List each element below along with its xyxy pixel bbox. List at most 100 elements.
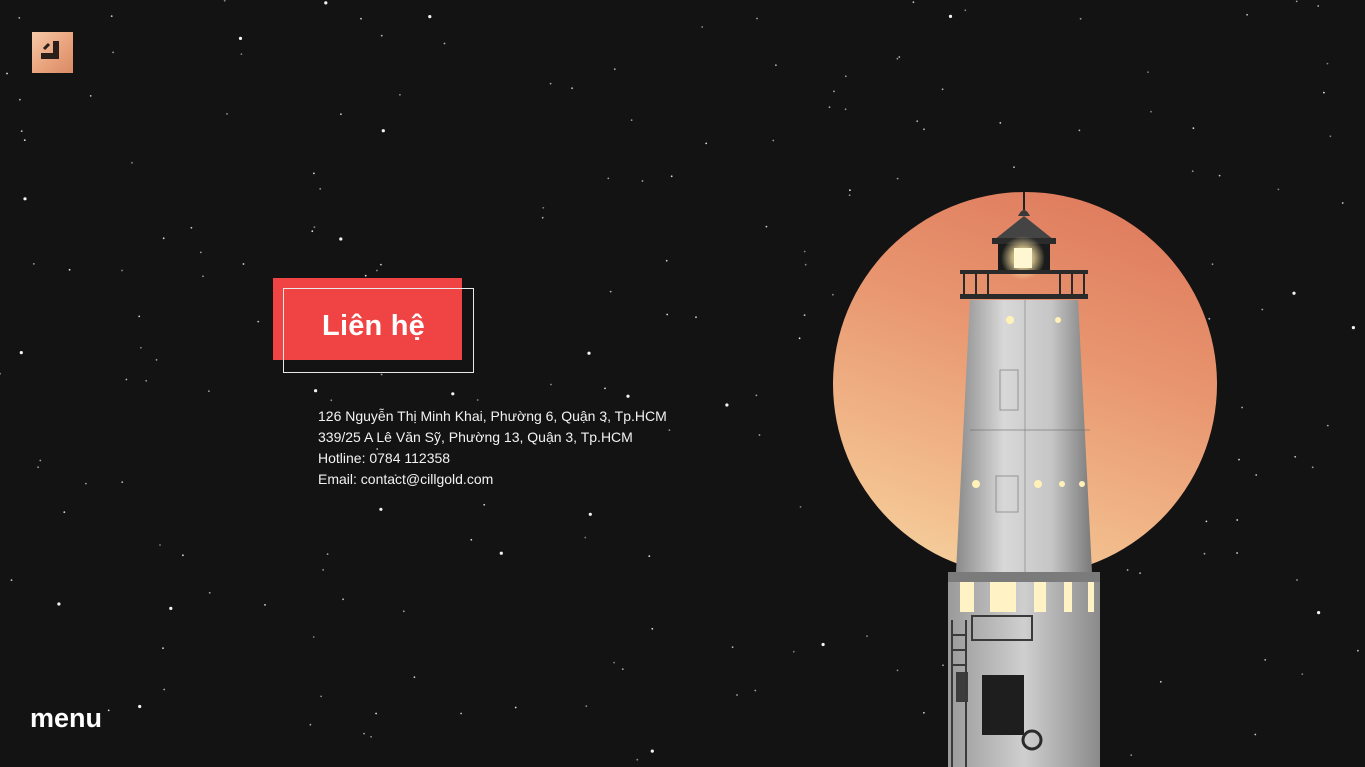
star: [380, 263, 382, 266]
star: [360, 17, 362, 20]
star: [138, 704, 142, 709]
star: [10, 579, 13, 581]
star: [264, 604, 266, 606]
star: [324, 1, 328, 5]
star: [916, 120, 919, 123]
star: [844, 108, 847, 111]
star: [725, 403, 729, 407]
star: [754, 689, 757, 692]
star: [1277, 188, 1280, 191]
star: [1218, 174, 1221, 177]
star: [202, 275, 204, 278]
logo-mark-icon: [41, 41, 59, 59]
star: [63, 511, 66, 513]
star: [460, 712, 462, 715]
logo[interactable]: [32, 32, 73, 73]
star: [155, 359, 158, 361]
star: [159, 544, 161, 546]
star: [651, 627, 654, 630]
star: [37, 466, 39, 469]
star: [19, 98, 21, 101]
star: [443, 42, 446, 45]
star: [1357, 649, 1359, 652]
star: [190, 226, 193, 229]
star: [121, 481, 124, 483]
star: [107, 709, 110, 712]
star: [1013, 166, 1015, 169]
star: [402, 610, 405, 613]
star: [1301, 673, 1304, 675]
star: [898, 56, 901, 58]
star: [399, 93, 401, 96]
star: [363, 732, 365, 735]
star: [765, 225, 768, 228]
star: [223, 0, 226, 2]
star: [798, 337, 801, 340]
star: [941, 88, 944, 91]
star: [1351, 326, 1355, 330]
star: [208, 591, 211, 594]
star: [584, 536, 587, 539]
star: [20, 130, 23, 133]
star: [242, 263, 245, 265]
star: [588, 512, 592, 516]
address-line-2: 339/25 A Lê Văn Sỹ, Phường 13, Quận 3, T…: [318, 429, 633, 445]
star: [339, 237, 343, 241]
star: [1254, 733, 1257, 736]
star: [380, 34, 383, 37]
star: [1192, 127, 1195, 130]
star: [607, 177, 610, 180]
star: [313, 226, 316, 229]
star: [311, 230, 314, 233]
page-title-text: Liên hệ: [322, 310, 425, 342]
star: [1296, 579, 1298, 581]
star: [670, 175, 673, 178]
star: [145, 379, 148, 382]
star: [370, 735, 372, 738]
star: [1264, 659, 1267, 661]
star: [1078, 129, 1081, 132]
menu-button[interactable]: menu: [30, 703, 102, 734]
star: [804, 263, 807, 266]
star: [695, 316, 697, 319]
star: [1147, 71, 1149, 73]
star: [330, 399, 333, 402]
star: [772, 139, 775, 142]
star: [571, 87, 573, 90]
star: [483, 503, 486, 506]
star: [1150, 110, 1152, 113]
star: [549, 82, 552, 85]
star: [121, 269, 123, 272]
star: [999, 122, 1002, 124]
star: [613, 661, 615, 664]
star: [1326, 62, 1329, 65]
star: [844, 75, 847, 78]
star: [1294, 455, 1297, 458]
star: [609, 290, 612, 293]
star: [376, 269, 378, 272]
star: [964, 9, 967, 12]
star: [1255, 474, 1258, 476]
star: [923, 128, 925, 131]
star: [626, 394, 630, 398]
star: [828, 106, 831, 109]
star: [1261, 308, 1264, 311]
star: [499, 551, 503, 555]
star: [756, 17, 758, 20]
star: [1317, 611, 1321, 615]
star: [326, 553, 329, 555]
star: [799, 506, 802, 508]
star: [705, 142, 708, 145]
email-link[interactable]: Email: contact@cillgold.com: [318, 469, 667, 490]
star: [1323, 91, 1325, 94]
star: [896, 57, 899, 60]
address-line-1: 126 Nguyễn Thị Minh Khai, Phường 6, Quận…: [318, 408, 667, 424]
star: [1246, 13, 1248, 16]
star: [320, 695, 322, 698]
star: [6, 72, 8, 75]
star: [163, 688, 166, 691]
star: [375, 712, 377, 715]
star: [380, 373, 383, 376]
star: [340, 113, 342, 116]
hotline[interactable]: Hotline: 0784 112358: [318, 448, 667, 469]
